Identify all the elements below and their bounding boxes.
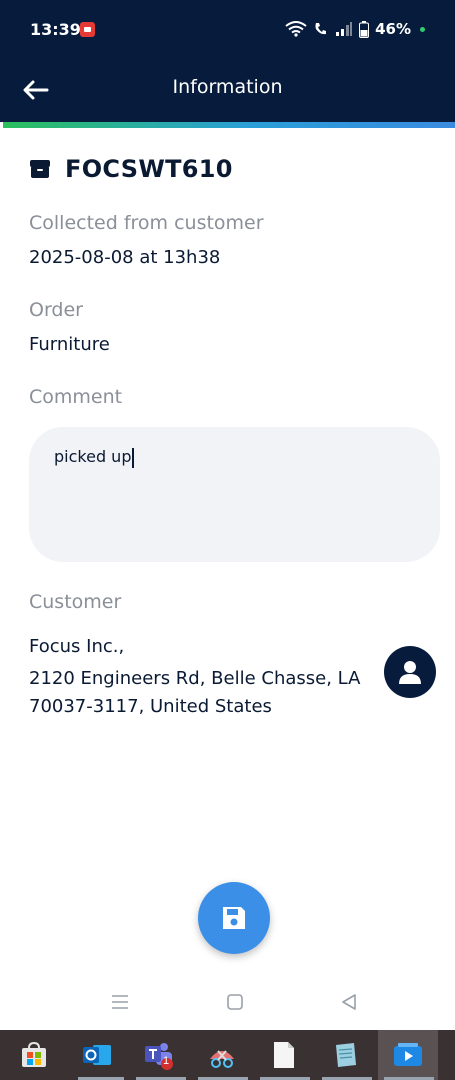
page-title: Information bbox=[172, 76, 283, 98]
customer-address: 2120 Engineers Rd, Belle Chasse, LA 7003… bbox=[29, 668, 361, 717]
taskbar-media-player[interactable] bbox=[390, 1037, 426, 1073]
item-code: FOCSWT610 bbox=[65, 155, 233, 183]
taskbar-snipping-tool[interactable] bbox=[204, 1037, 240, 1073]
comment-field[interactable]: picked up bbox=[29, 427, 440, 562]
customer-avatar-button[interactable] bbox=[384, 646, 436, 698]
menu-lines-icon bbox=[112, 995, 128, 1009]
app-bar: Information bbox=[0, 60, 455, 122]
taskbar-notepad[interactable] bbox=[327, 1037, 363, 1073]
android-nav-bar bbox=[0, 975, 455, 1030]
item-header: FOCSWT610 bbox=[29, 150, 439, 188]
signal-icon bbox=[336, 22, 353, 36]
wifi-icon bbox=[285, 21, 307, 37]
taskbar-outlook[interactable] bbox=[79, 1037, 115, 1073]
status-time: 13:39 bbox=[30, 20, 81, 39]
comment-label: Comment bbox=[29, 386, 123, 408]
save-button[interactable] bbox=[198, 882, 270, 954]
header-accent-bar bbox=[3, 122, 455, 128]
windows-taskbar: 1 bbox=[0, 1030, 455, 1080]
comment-value: picked up bbox=[54, 447, 132, 466]
triangle-back-icon bbox=[342, 994, 356, 1010]
media-player-icon bbox=[394, 1043, 422, 1066]
save-icon bbox=[223, 907, 245, 929]
collected-label: Collected from customer bbox=[29, 212, 264, 234]
order-label: Order bbox=[29, 299, 83, 321]
system-icons: 46% bbox=[285, 20, 425, 38]
teams-icon bbox=[145, 1043, 173, 1070]
screen-record-icon bbox=[80, 22, 95, 37]
collected-value: 2025-08-08 at 13h38 bbox=[29, 247, 221, 268]
person-icon bbox=[399, 661, 421, 684]
comment-text[interactable]: picked up bbox=[54, 447, 394, 468]
store-icon bbox=[22, 1041, 46, 1067]
square-home-icon bbox=[227, 994, 243, 1010]
privacy-dot bbox=[420, 26, 425, 32]
teams-badge: 1 bbox=[163, 1055, 170, 1067]
recent-apps-button[interactable] bbox=[105, 989, 135, 1015]
customer-label: Customer bbox=[29, 591, 122, 613]
outlook-icon bbox=[83, 1045, 111, 1065]
taskbar-document[interactable] bbox=[266, 1037, 302, 1073]
customer-name: Focus Inc., bbox=[29, 636, 125, 657]
notepad-icon bbox=[336, 1043, 356, 1067]
snipping-tool-icon bbox=[210, 1050, 234, 1068]
document-icon bbox=[274, 1042, 294, 1068]
text-caret bbox=[132, 447, 135, 468]
wifi-call-icon bbox=[315, 23, 327, 35]
taskbar-teams[interactable]: 1 bbox=[141, 1037, 177, 1073]
taskbar-store[interactable] bbox=[16, 1037, 52, 1073]
status-bar: 13:39 46% bbox=[0, 0, 455, 60]
home-button[interactable] bbox=[220, 989, 250, 1015]
customer-info: Focus Inc., 2120 Engineers Rd, Belle Cha… bbox=[29, 633, 374, 721]
nav-back-button[interactable] bbox=[334, 989, 364, 1015]
order-value: Furniture bbox=[29, 334, 110, 355]
battery-icon bbox=[359, 20, 370, 38]
box-icon bbox=[30, 160, 50, 178]
battery-percent: 46% bbox=[375, 20, 411, 38]
